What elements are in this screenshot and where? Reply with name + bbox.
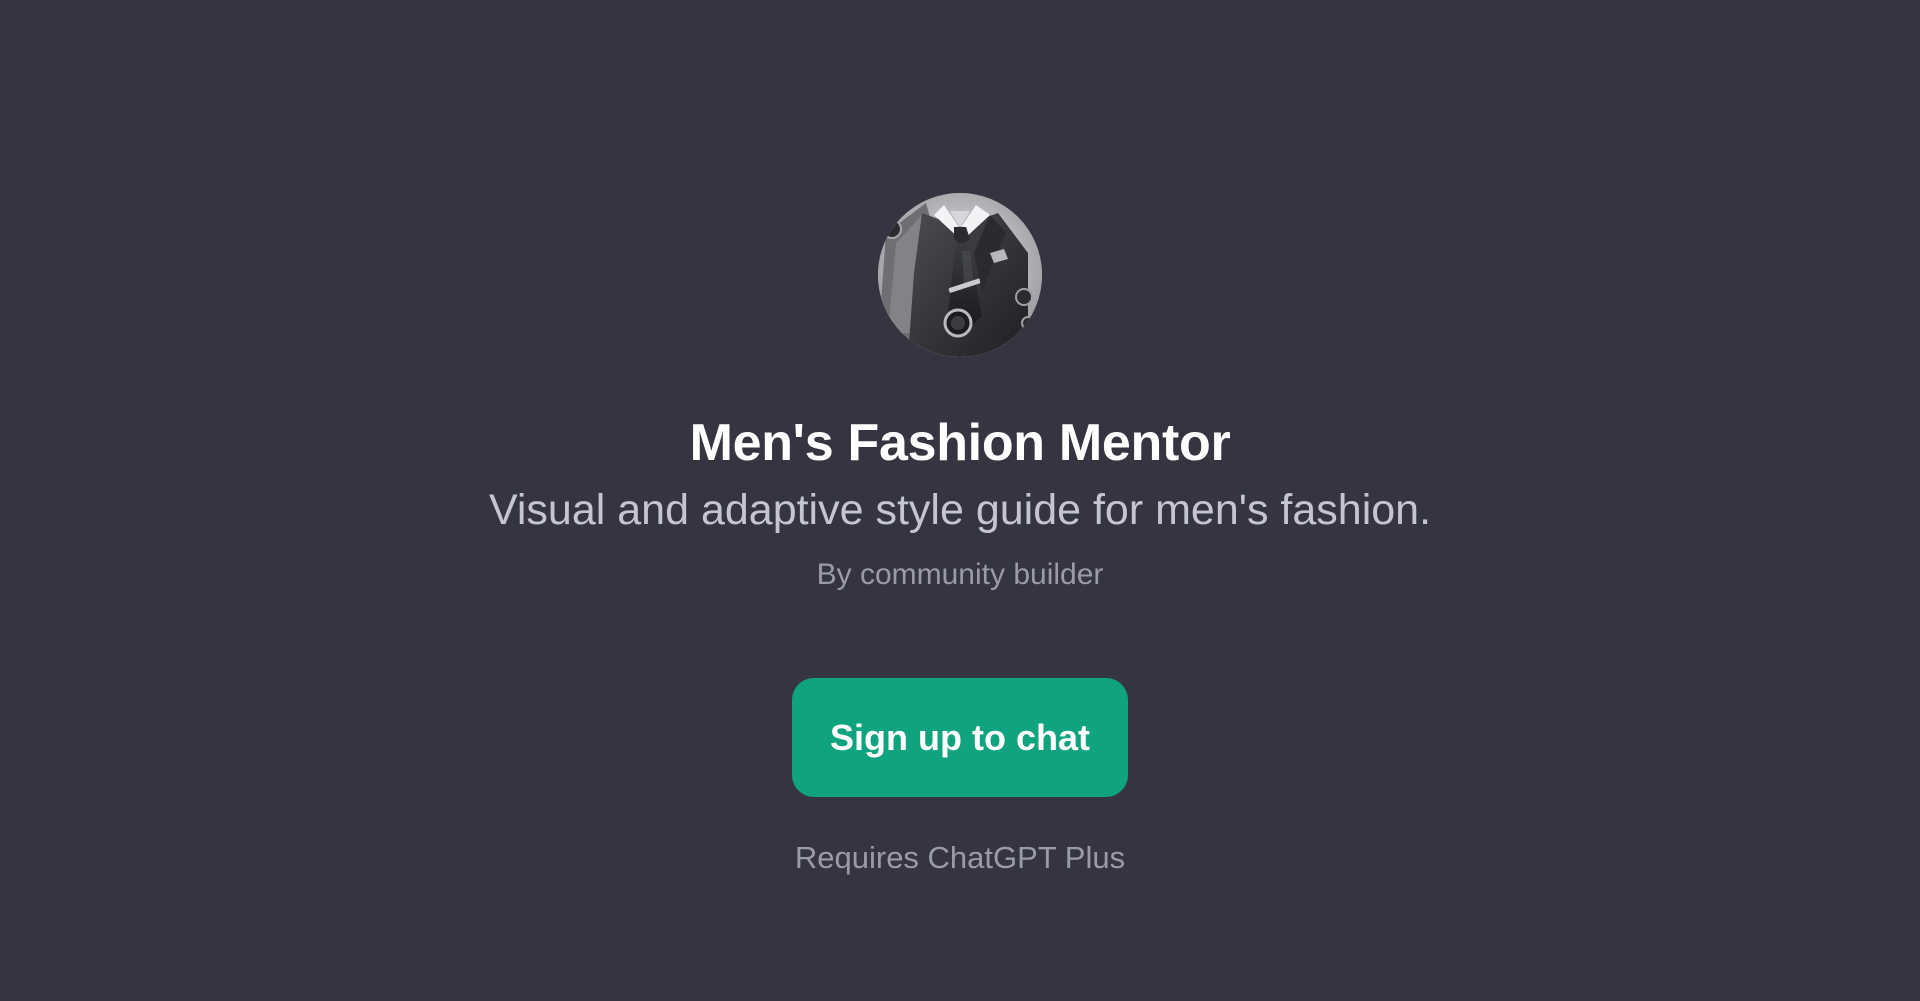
- sign-up-to-chat-button[interactable]: Sign up to chat: [792, 678, 1128, 797]
- plan-requirement-note: Requires ChatGPT Plus: [794, 840, 1126, 875]
- gpt-landing-page: Men's Fashion Mentor Visual and adaptive…: [0, 0, 1920, 1001]
- gpt-avatar: [878, 193, 1042, 357]
- gpt-description: Visual and adaptive style guide for men'…: [488, 486, 1432, 534]
- gpt-author: By community builder: [816, 558, 1104, 591]
- gpt-title: Men's Fashion Mentor: [689, 414, 1231, 472]
- suit-and-tie-icon: [878, 193, 1042, 357]
- gpt-info-panel: Men's Fashion Mentor Visual and adaptive…: [0, 0, 1920, 1001]
